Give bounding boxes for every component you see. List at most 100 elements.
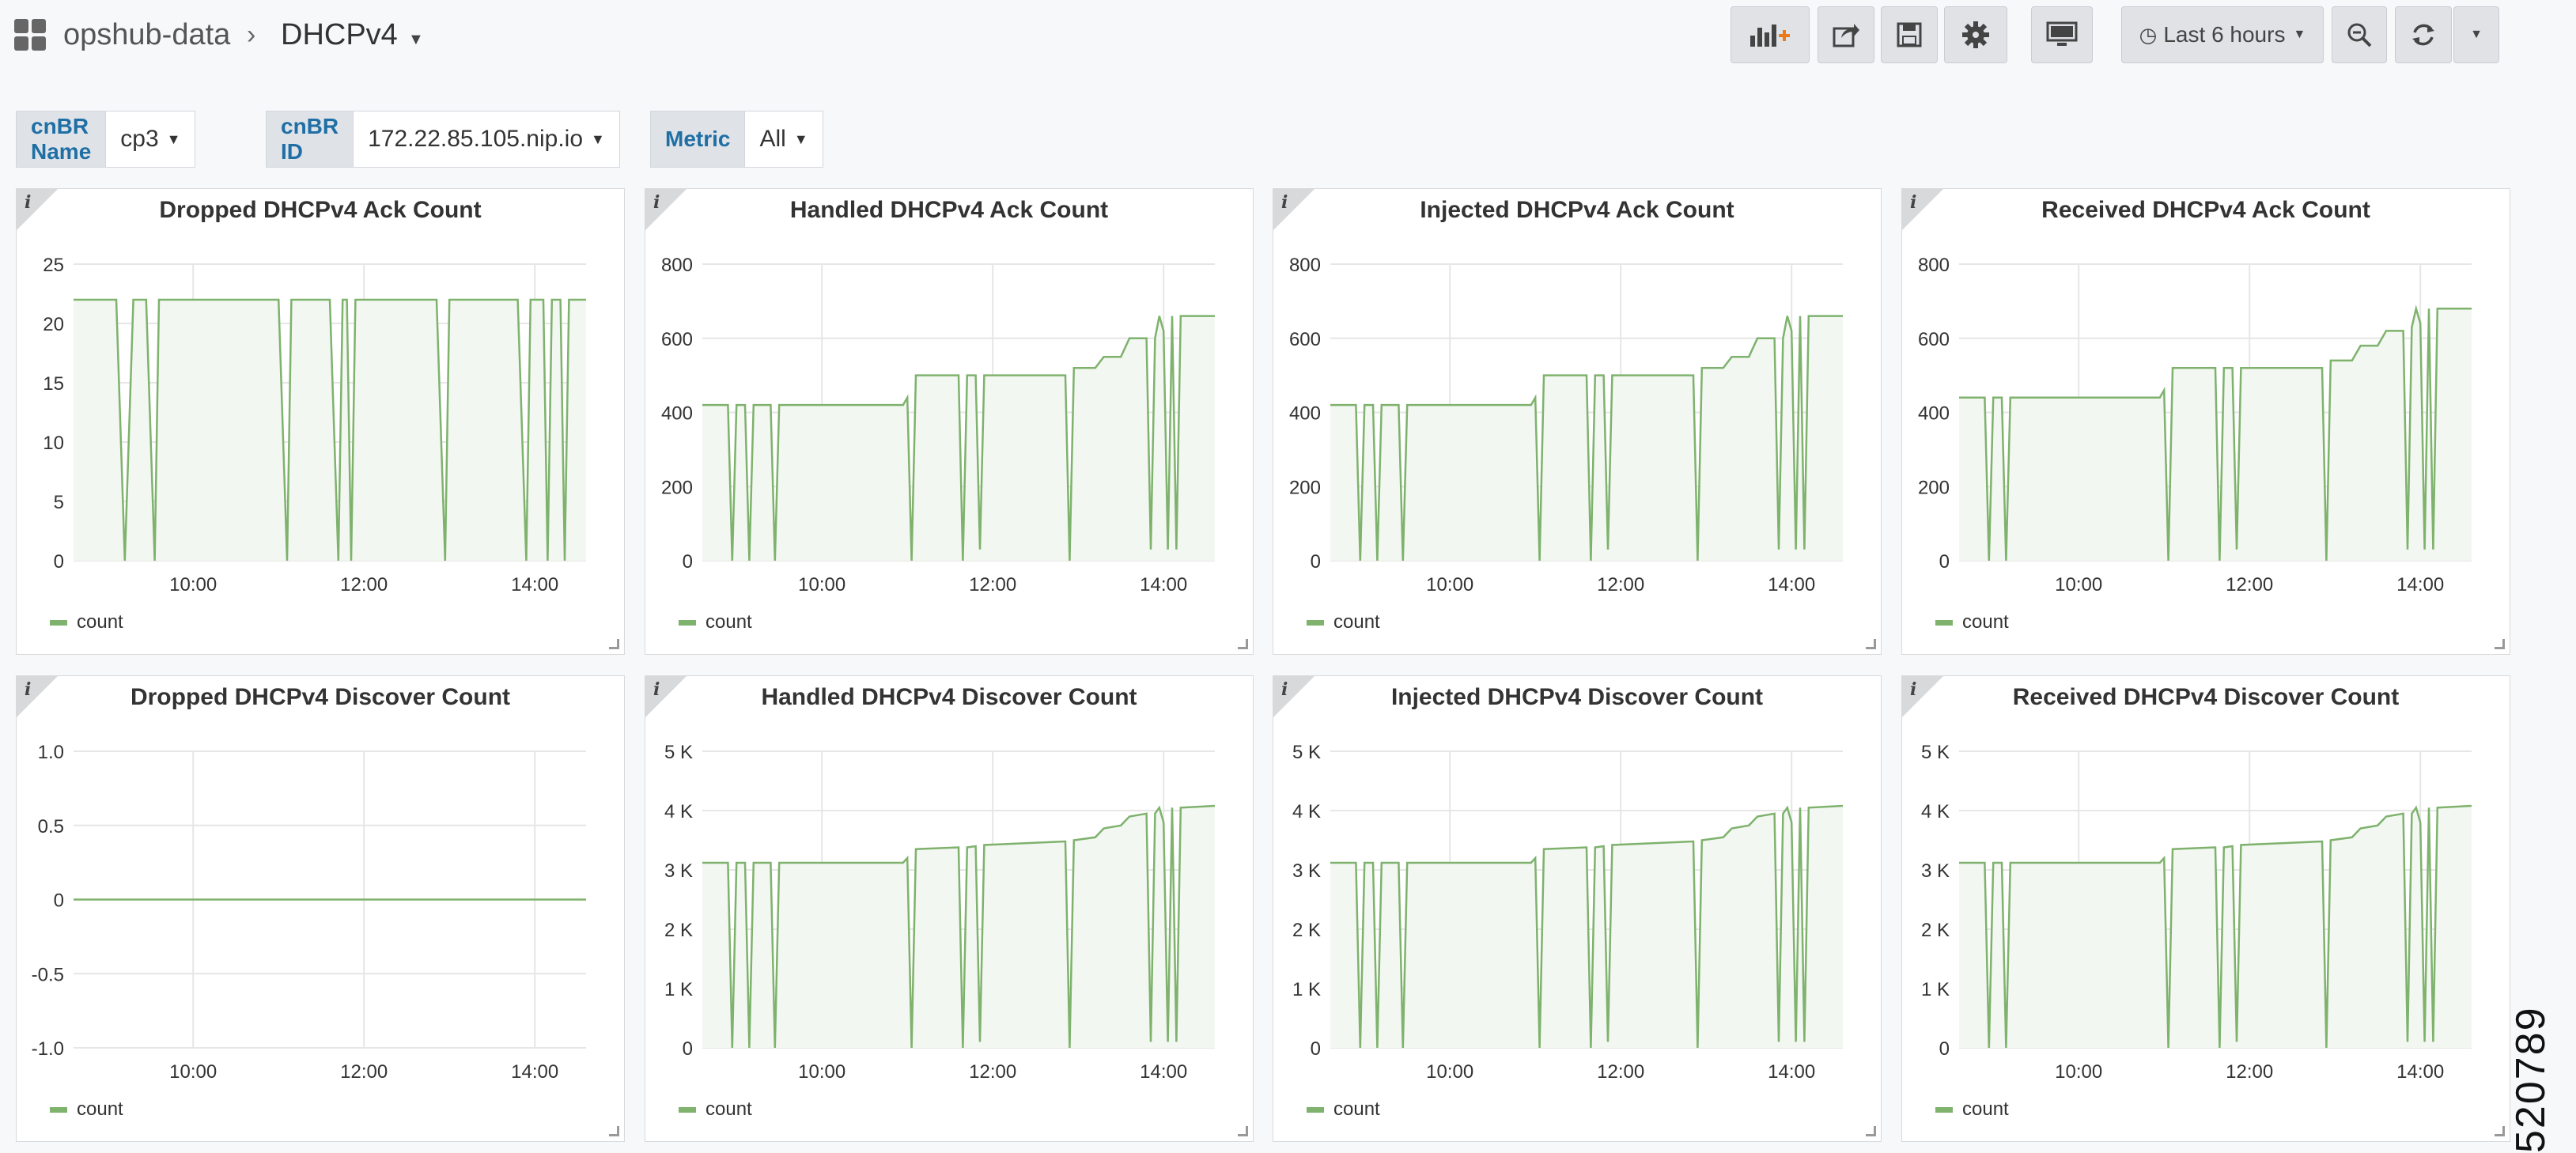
y-tick-label: 200 bbox=[1289, 477, 1321, 498]
panel-received-dhcpv4-ack-count[interactable]: 0 200 400 600 800 10:00 12:00 14:00 count i Receiv… bbox=[1901, 188, 2510, 655]
zoom-out-icon bbox=[2347, 23, 2372, 47]
panel-resize-handle[interactable] bbox=[609, 1126, 619, 1136]
chevron-down-icon[interactable]: ▼ bbox=[408, 19, 424, 60]
y-tick-label: 5 K bbox=[1921, 742, 1950, 763]
panel-title[interactable]: Received DHCPv4 Ack Count bbox=[1902, 197, 2510, 224]
panel-received-dhcpv4-discover-count[interactable]: 01 K2 K3 K4 K5 K 10:00 12:00 14:00 count i Rec… bbox=[1901, 675, 2510, 1142]
save-button[interactable] bbox=[1881, 6, 1938, 63]
y-tick-label: -0.5 bbox=[32, 964, 64, 985]
y-tick-label: 200 bbox=[1918, 477, 1950, 498]
y-tick-label: 20 bbox=[43, 314, 64, 335]
x-tick-label: 14:00 bbox=[511, 574, 558, 595]
variable-select-metric[interactable]: All ▼ bbox=[745, 111, 823, 168]
panel-title[interactable]: Handled DHCPv4 Ack Count bbox=[645, 197, 1253, 224]
y-tick-label: 15 bbox=[43, 373, 64, 395]
variable-value: 172.22.85.105.nip.io bbox=[368, 126, 584, 152]
x-tick-label: 10:00 bbox=[1426, 1061, 1473, 1083]
panel-resize-handle[interactable] bbox=[2495, 1126, 2505, 1136]
panel-dropped-dhcpv4-discover-count[interactable]: -1.0 -0.5 0 0.5 1.0 10:00 12:00 14:00 count i Drop… bbox=[16, 675, 625, 1142]
panel-title[interactable]: Dropped DHCPv4 Ack Count bbox=[17, 197, 624, 224]
legend-label[interactable]: count bbox=[1333, 611, 1380, 633]
add-panel-button[interactable] bbox=[1731, 6, 1810, 63]
legend-label[interactable]: count bbox=[705, 611, 752, 633]
variable-select-cnbr-id[interactable]: 172.22.85.105.nip.io ▼ bbox=[354, 111, 620, 168]
breadcrumb-folder[interactable]: opshub-data bbox=[63, 14, 230, 55]
y-tick-label: 0 bbox=[683, 1038, 693, 1060]
y-tick-label: 2 K bbox=[1921, 920, 1950, 941]
y-tick-label: 4 K bbox=[1292, 801, 1321, 822]
y-tick-label: 600 bbox=[1289, 329, 1321, 350]
monitor-icon bbox=[2046, 21, 2078, 46]
share-button[interactable] bbox=[1818, 6, 1874, 63]
chart-plot: 0 200 400 600 800 10:00 12:00 14:00 count bbox=[661, 255, 1215, 633]
legend-swatch bbox=[1307, 620, 1324, 626]
chart-plot: 0 1 K 2 K 3 K 4 K 5 K 10:00 12:00 14:00 count bbox=[1292, 742, 1844, 1120]
variable-value: All bbox=[759, 126, 786, 152]
y-tick-label: 0 bbox=[1311, 1038, 1321, 1060]
dashboard-grid-icon[interactable] bbox=[14, 19, 47, 52]
panel-handled-dhcpv4-ack-count[interactable]: 0 200 400 600 800 10:00 12:00 14:00 count i Handle… bbox=[645, 188, 1254, 655]
x-tick-label: 12:00 bbox=[969, 1061, 1016, 1083]
x-tick-label: 12:00 bbox=[969, 574, 1016, 595]
y-tick-label: 3 K bbox=[664, 860, 693, 882]
chevron-down-icon: ▼ bbox=[2293, 28, 2306, 41]
panel-resize-handle[interactable] bbox=[1866, 639, 1876, 649]
panel-resize-handle[interactable] bbox=[1238, 1126, 1248, 1136]
legend-label[interactable]: count bbox=[77, 611, 123, 633]
refresh-button[interactable] bbox=[2395, 6, 2452, 63]
panel-title[interactable]: Received DHCPv4 Discover Count bbox=[1902, 684, 2510, 711]
variable-label: Metric bbox=[650, 111, 746, 168]
panel-resize-handle[interactable] bbox=[609, 639, 619, 649]
chart-plot: 0 200 400 600 800 10:00 12:00 14:00 count bbox=[1289, 255, 1843, 633]
y-tick-label: 0 bbox=[1939, 551, 1950, 573]
figure-id: 520789 bbox=[2508, 1006, 2554, 1153]
legend-label[interactable]: count bbox=[1962, 1098, 2009, 1120]
panel-resize-handle[interactable] bbox=[2495, 639, 2505, 649]
y-tick-label: 0 bbox=[683, 551, 693, 573]
cycle-view-mode-button[interactable] bbox=[2031, 6, 2093, 63]
x-tick-label: 12:00 bbox=[1597, 574, 1644, 595]
variable-select-cnbr-name[interactable]: cp3 ▼ bbox=[106, 111, 196, 168]
time-range-label: Last 6 hours bbox=[2163, 22, 2286, 47]
y-tick-label: 200 bbox=[661, 477, 693, 498]
legend-label[interactable]: count bbox=[1962, 611, 2009, 633]
dashboard-title[interactable]: DHCPv4 bbox=[281, 14, 398, 55]
legend-swatch bbox=[1307, 1107, 1324, 1113]
refresh-interval-dropdown[interactable]: ▼ bbox=[2453, 6, 2499, 63]
panel-handled-dhcpv4-discover-count[interactable]: 01 K2 K3 K4 K5 K 10:00 12:00 14:00 count i Han… bbox=[645, 675, 1254, 1142]
x-tick-label: 10:00 bbox=[798, 574, 845, 595]
y-tick-label: 1 K bbox=[1921, 979, 1950, 1000]
zoom-out-button[interactable] bbox=[2332, 6, 2387, 63]
legend-label[interactable]: count bbox=[1333, 1098, 1380, 1120]
panel-resize-handle[interactable] bbox=[1866, 1126, 1876, 1136]
chart-plot: 0 1 K 2 K 3 K 4 K 5 K 10:00 12:00 14:00 count bbox=[1921, 742, 2472, 1120]
panel-dropped-dhcpv4-ack-count[interactable]: 0 5 10 15 20 25 10:00 12:00 14:00 count i Dropped D… bbox=[16, 188, 625, 655]
panel-title[interactable]: Injected DHCPv4 Ack Count bbox=[1273, 197, 1881, 224]
panel-injected-dhcpv4-discover-count[interactable]: 01 K2 K3 K4 K5 K 10:00 12:00 14:00 count i Inj… bbox=[1273, 675, 1882, 1142]
y-tick-label: 5 K bbox=[664, 742, 693, 763]
panel-title[interactable]: Handled DHCPv4 Discover Count bbox=[645, 684, 1253, 711]
settings-button[interactable] bbox=[1944, 6, 2007, 63]
time-range-picker[interactable]: ◷ Last 6 hours ▼ bbox=[2121, 6, 2324, 63]
variable-label: cnBR ID bbox=[266, 111, 354, 168]
chart-plot: -1.0 -0.5 0 0.5 1.0 10:00 12:00 14:00 count bbox=[32, 742, 586, 1120]
x-tick-label: 12:00 bbox=[1597, 1061, 1644, 1083]
legend-label[interactable]: count bbox=[705, 1098, 752, 1120]
y-tick-label: 2 K bbox=[1292, 920, 1321, 941]
legend-label[interactable]: count bbox=[77, 1098, 123, 1120]
panel-title[interactable]: Injected DHCPv4 Discover Count bbox=[1273, 684, 1881, 711]
x-tick-label: 10:00 bbox=[169, 574, 217, 595]
refresh-icon bbox=[2412, 24, 2434, 46]
y-tick-label: 600 bbox=[661, 329, 693, 350]
chevron-down-icon: ▼ bbox=[166, 130, 181, 147]
x-tick-label: 12:00 bbox=[2226, 574, 2273, 595]
y-tick-label: 5 bbox=[54, 492, 64, 513]
x-tick-label: 10:00 bbox=[2055, 574, 2102, 595]
panel-injected-dhcpv4-ack-count[interactable]: 0 200 400 600 800 10:00 12:00 14:00 count i Inject… bbox=[1273, 188, 1882, 655]
breadcrumb-separator-icon: › bbox=[247, 20, 256, 50]
x-tick-label: 12:00 bbox=[340, 1061, 388, 1083]
panel-title[interactable]: Dropped DHCPv4 Discover Count bbox=[17, 684, 624, 711]
panel-resize-handle[interactable] bbox=[1238, 639, 1248, 649]
chevron-down-icon: ▼ bbox=[2470, 28, 2483, 41]
add-panel-icon bbox=[1750, 25, 1790, 47]
